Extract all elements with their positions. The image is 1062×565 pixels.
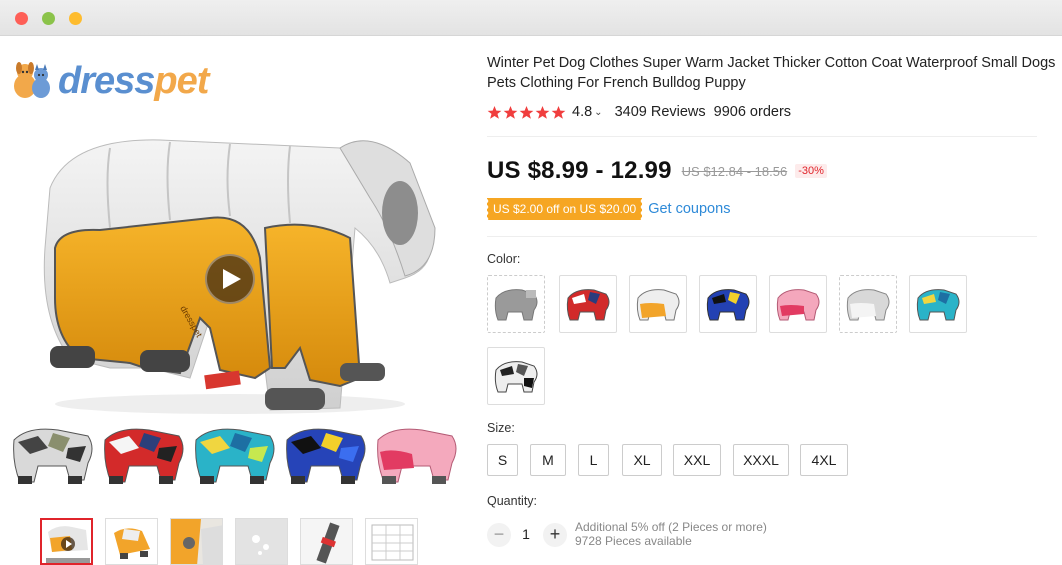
rating-value[interactable]: 4.8: [572, 104, 592, 120]
star-icon: [551, 105, 566, 119]
color-blue-camo-image: [706, 289, 750, 321]
color-option-grey[interactable]: [487, 275, 545, 333]
size-option-l[interactable]: L: [578, 444, 609, 476]
thumbnail-size-chart[interactable]: [365, 518, 418, 565]
star-icon: [535, 105, 550, 119]
dog-cat-mascot-icon: [14, 62, 50, 98]
star-icon: [487, 105, 502, 119]
color-label: Color:: [487, 252, 521, 266]
thumbnail-gallery: [40, 518, 440, 565]
browser-window: dresspet dresspet Winter Pet Dog Clothes…: [0, 0, 1062, 565]
product-title: Winter Pet Dog Clothes Super Warm Jacket…: [487, 55, 1056, 91]
color-option-blue-camo[interactable]: [699, 275, 757, 333]
color-option-grey-light[interactable]: [839, 275, 897, 333]
size-option-s[interactable]: S: [487, 444, 518, 476]
get-coupons-link[interactable]: Get coupons: [648, 201, 730, 217]
color-pink-image: [776, 289, 820, 321]
divider: [487, 136, 1037, 137]
rating-stars: [487, 105, 566, 120]
color-black-white-image: [494, 361, 538, 393]
orders-count: 9906 orders: [713, 104, 792, 120]
thumbnail-2-image: [106, 519, 157, 564]
size-option-xl[interactable]: XL: [622, 444, 662, 476]
divider: [487, 236, 1037, 237]
size-option-4xl[interactable]: 4XL: [800, 444, 848, 476]
color-grey-light-image: [846, 289, 890, 321]
maximize-window-button[interactable]: [69, 12, 82, 25]
thumbnail-video-image: [42, 520, 91, 563]
color-option-pink[interactable]: [769, 275, 827, 333]
star-icon: [519, 105, 534, 119]
color-option-red-camo[interactable]: [559, 275, 617, 333]
thumbnail-3-image: [171, 519, 222, 564]
quantity-info: Additional 5% off (2 Pieces or more) 972…: [575, 520, 767, 548]
thumbnail-2[interactable]: [105, 518, 158, 565]
size-option-xxxl[interactable]: XXXL: [733, 444, 789, 476]
quantity-increase-button[interactable]: +: [543, 523, 567, 547]
thumbnail-video[interactable]: [40, 518, 93, 565]
thumbnail-5-image: [301, 519, 352, 564]
store-logo[interactable]: dresspet: [10, 56, 220, 106]
chevron-down-icon[interactable]: ⌄: [594, 107, 602, 118]
size-label: Size:: [487, 421, 515, 435]
logo-wordmark: dresspet: [58, 60, 209, 102]
discount-badge: -30%: [795, 164, 827, 178]
reviews-count[interactable]: 3409 Reviews: [615, 104, 706, 120]
variant-camo-blue-image: [286, 428, 366, 484]
star-icon: [503, 105, 518, 119]
coupon-tag[interactable]: US $2.00 off on US $20.00: [485, 198, 643, 220]
color-red-camo-image: [566, 289, 610, 321]
quantity-label: Quantity:: [487, 494, 538, 508]
window-titlebar: [0, 0, 1062, 36]
size-option-m[interactable]: M: [530, 444, 566, 476]
quantity-decrease-button[interactable]: −: [487, 523, 511, 547]
color-teal-camo-image: [916, 289, 960, 321]
color-option-teal-camo[interactable]: [909, 275, 967, 333]
close-window-button[interactable]: [15, 12, 28, 25]
rating-row: 4.8 ⌄ 3409 Reviews 9906 orders: [487, 102, 791, 122]
play-icon: [223, 269, 241, 289]
stock-available-text: 9728 Pieces available: [575, 534, 692, 548]
color-variants-banner: [8, 418, 460, 496]
color-option-orange[interactable]: [629, 275, 687, 333]
thumbnail-3[interactable]: [170, 518, 223, 565]
original-price: US $12.84 - 18.56: [681, 163, 788, 179]
variant-pink-image: [377, 428, 457, 484]
current-price: US $8.99 - 12.99: [487, 157, 672, 184]
coupon-row: US $2.00 off on US $20.00 Get coupons: [485, 198, 730, 220]
thumbnail-4[interactable]: [235, 518, 288, 565]
quantity-input[interactable]: 1: [521, 526, 531, 542]
price-row: US $8.99 - 12.99 US $12.84 - 18.56 -30%: [487, 155, 827, 187]
thumbnail-size-chart-image: [366, 519, 417, 564]
color-option-black-white[interactable]: [487, 347, 545, 405]
color-grey-image: [494, 289, 538, 321]
color-orange-image: [636, 289, 680, 321]
variant-camo-black-image: [13, 428, 93, 484]
minimize-window-button[interactable]: [42, 12, 55, 25]
size-option-xxl[interactable]: XXL: [673, 444, 721, 476]
variant-camo-teal-image: [195, 428, 275, 484]
variant-camo-red-image: [104, 428, 184, 484]
bulk-discount-text: Additional 5% off (2 Pieces or more): [575, 520, 767, 534]
thumbnail-4-image: [236, 519, 287, 564]
play-video-button[interactable]: [205, 254, 255, 304]
thumbnail-5[interactable]: [300, 518, 353, 565]
